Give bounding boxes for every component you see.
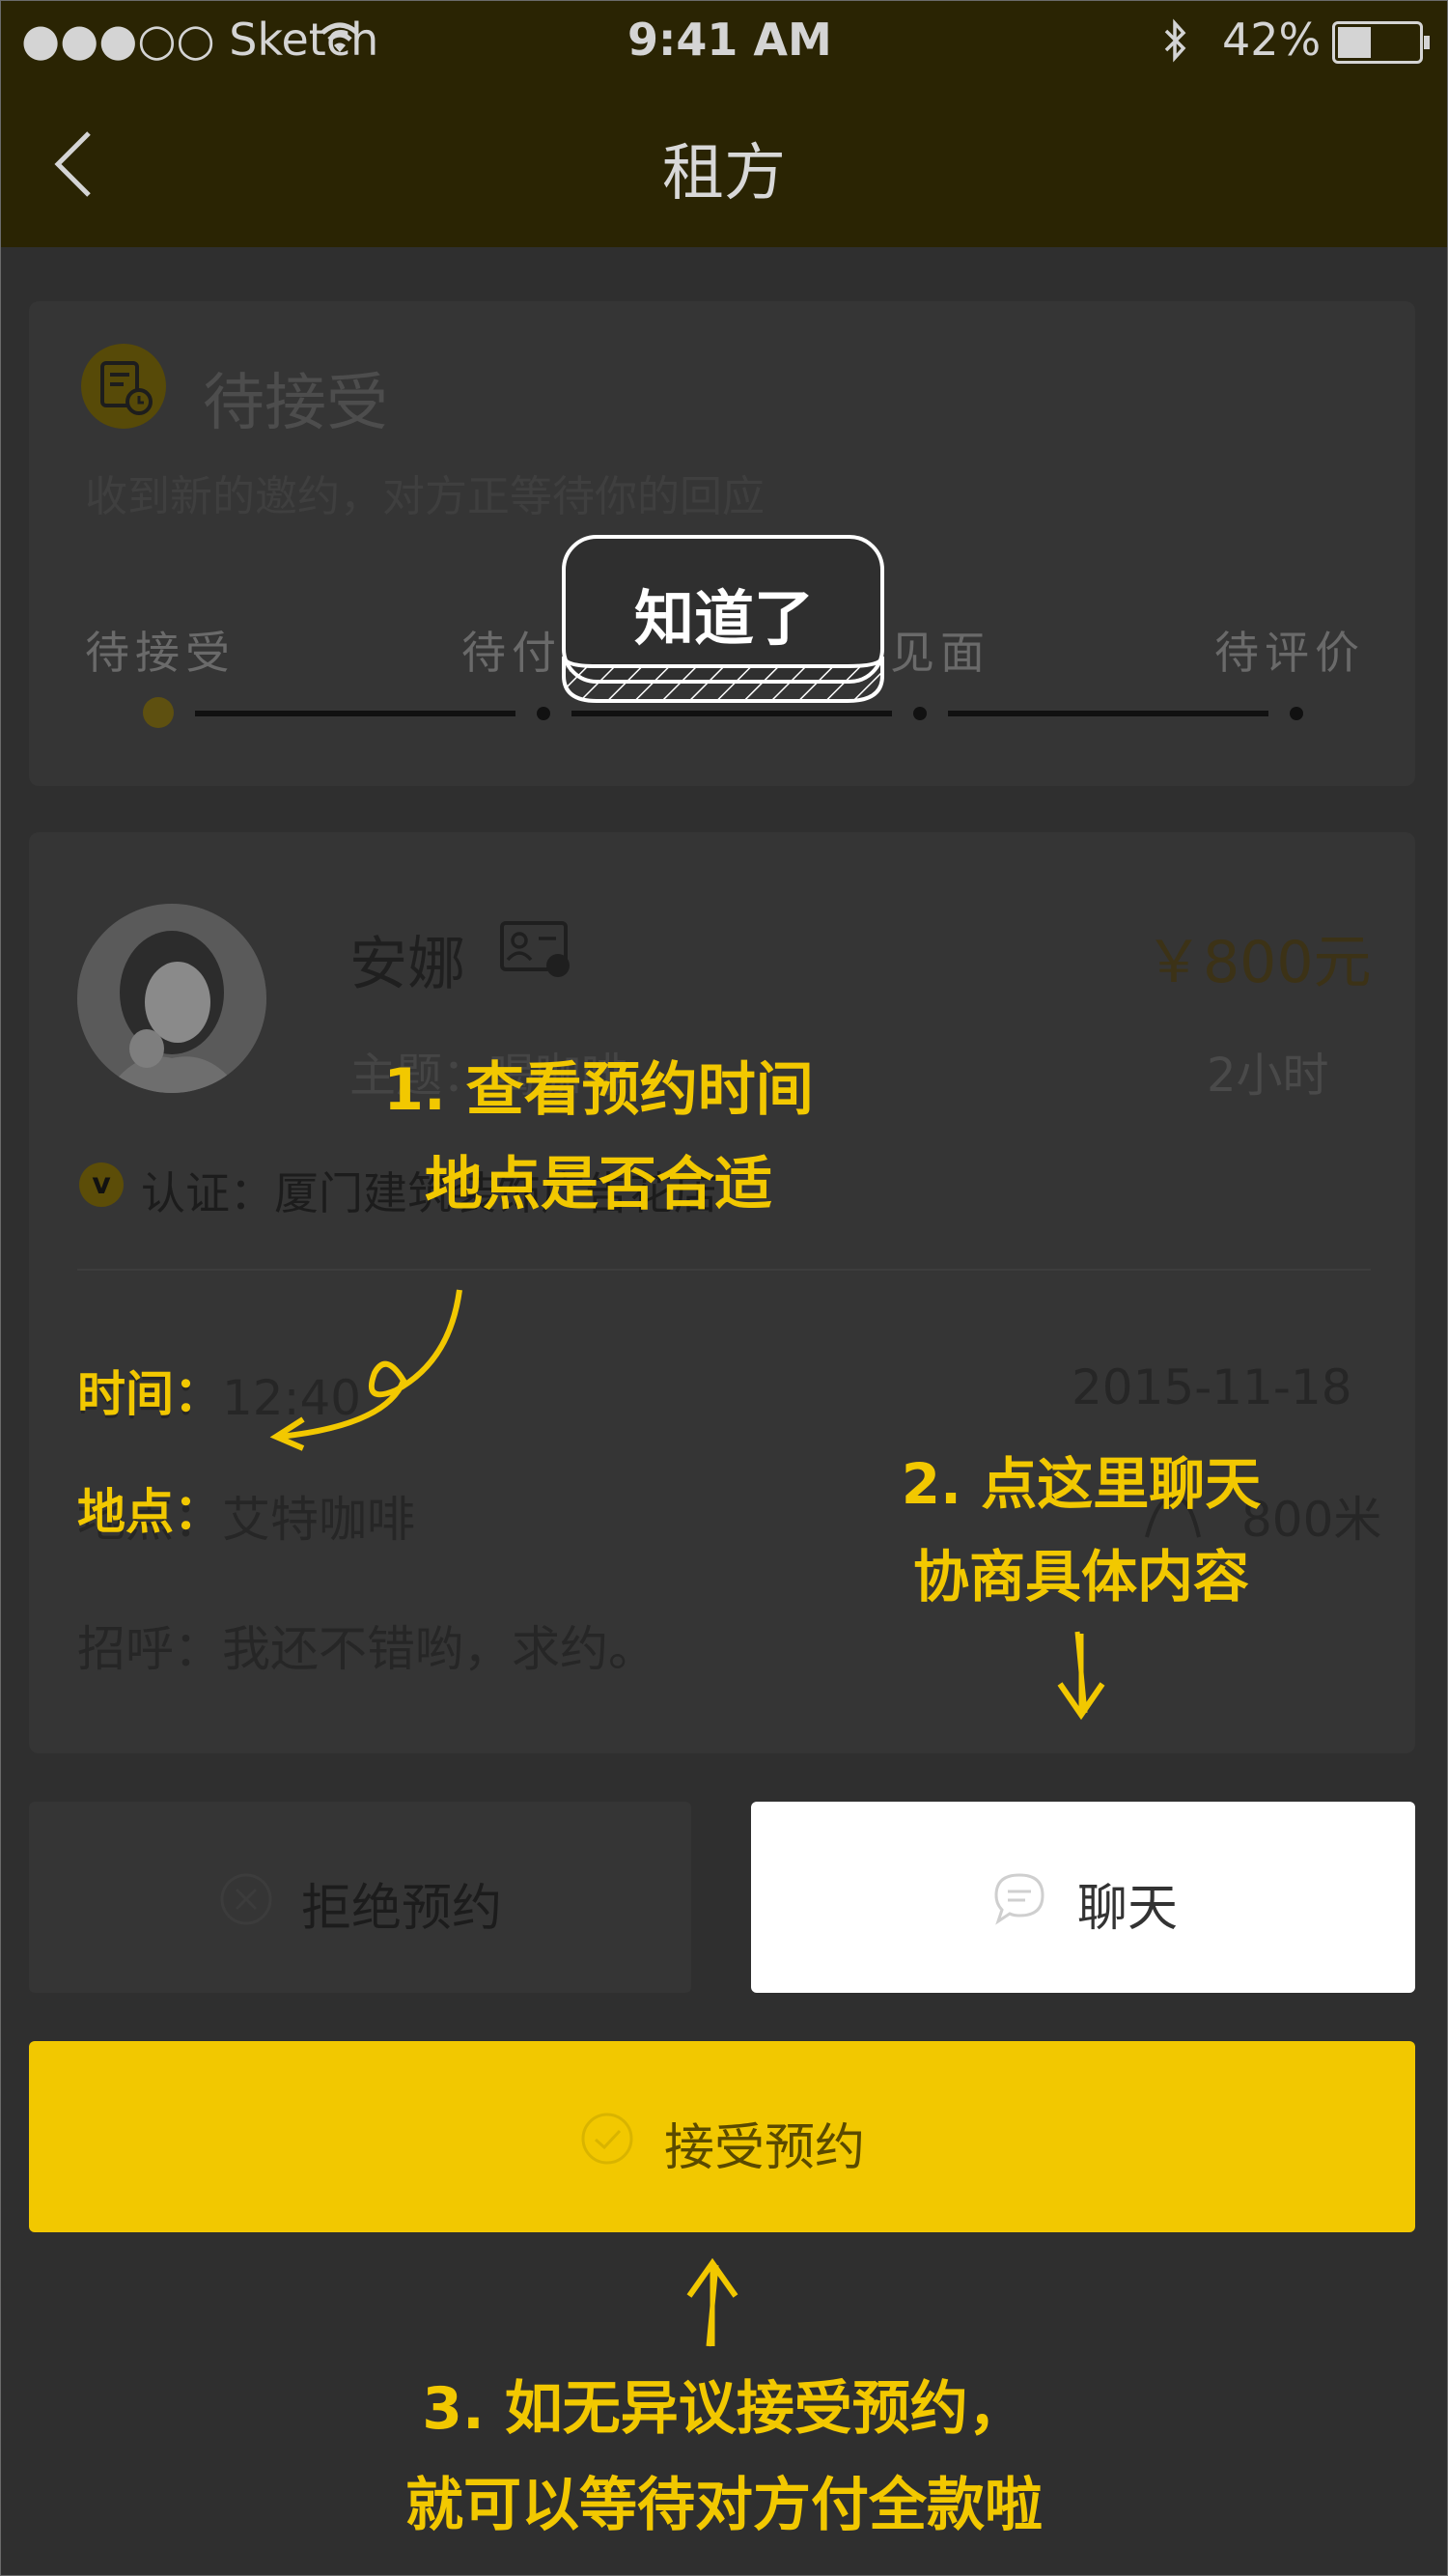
screen-border: [0, 0, 1448, 2576]
